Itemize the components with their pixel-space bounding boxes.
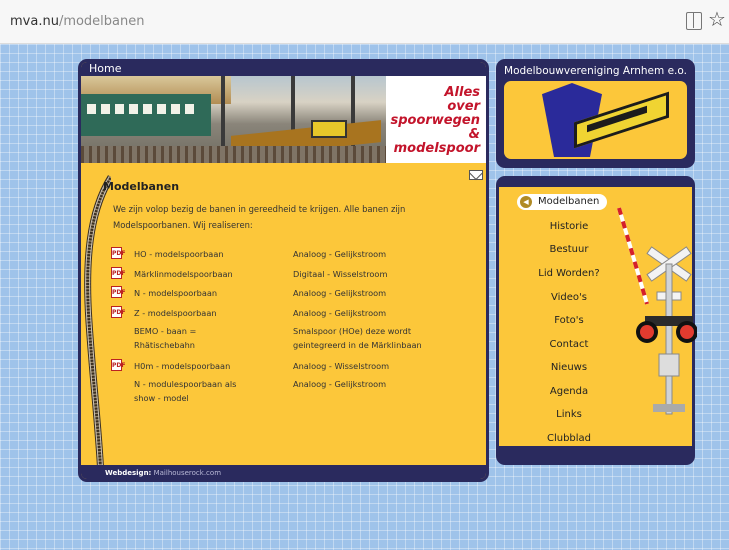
row-name[interactable]: H0m - modelspoorbaan [134,359,274,373]
row-type: Analoog - Wisselstroom [293,361,390,371]
header-banner: Alles over spoorwegen & modelspoor [81,76,486,163]
page-background: Home Alles over spoorwegen & modelspoor [0,44,729,550]
row-type: Analoog - Gelijkstroom [293,288,387,298]
url-path: /modelbanen [58,14,145,29]
nav-item-clubblad[interactable]: Clubblad [499,432,639,446]
railway-photo [81,76,386,163]
url-domain: mva.nu [10,14,59,29]
pdf-icon[interactable]: PDF [111,267,125,279]
track-decoration [84,175,111,477]
slogan-line: spoorwegen [390,113,480,128]
slogan: Alles over spoorwegen & modelspoor [386,76,486,163]
main-panel: Home Alles over spoorwegen & modelspoor [78,59,489,482]
slogan-line: over [447,99,480,114]
row-type: Analoog - Gelijkstroom [293,249,387,259]
slogan-line: Alles [444,85,480,100]
pdf-icon[interactable]: PDF [111,306,125,318]
page-title: Modelbanen [103,180,180,193]
reader-view-icon[interactable] [686,12,702,30]
row-name: BEMO - baan = Rhätischebahn [134,326,197,350]
arrow-left-icon: ◀ [520,196,532,208]
home-tab[interactable]: Home [81,62,486,76]
row-name: N - modulespoorbaan als show - model [134,379,237,403]
row-type: Smalspoor (HOe) deze wordt geintegreerd … [293,326,422,350]
row-name[interactable]: Märklinmodelspoorbaan [134,267,274,281]
star-icon[interactable]: ☆ [708,9,726,29]
club-logo[interactable] [504,81,687,159]
pdf-icon[interactable]: PDF [111,247,125,259]
row-type: Analoog - Gelijkstroom [293,308,387,318]
url-text[interactable]: mva.nu/modelbanen [10,14,145,29]
slogan-line: modelspoor [393,141,480,156]
club-title: Modelbouwvereniging Arnhem e.o. [504,65,687,77]
nav-item-label: Modelbanen [538,196,600,207]
footer-link[interactable]: Mailhouserock.com [154,469,221,477]
row-type: Digitaal - Wisselstroom [293,269,388,279]
row-name[interactable]: N - modelspoorbaan [134,286,274,300]
browser-address-bar[interactable]: mva.nu/modelbanen ☆ [0,0,729,44]
club-panel: Modelbouwvereniging Arnhem e.o. [496,59,695,168]
footer-label: Webdesign: [105,469,152,477]
row-name[interactable]: Z - modelspoorbaan [134,306,274,320]
intro-text: We zijn volop bezig de banen in gereedhe… [113,204,406,230]
pdf-icon[interactable]: PDF [111,359,125,371]
row-type: Analoog - Gelijkstroom [293,379,387,389]
nav-item-modelbanen[interactable]: ◀ Modelbanen [517,194,607,210]
mail-icon[interactable] [469,170,483,180]
footer: Webdesign: Mailhouserock.com [81,465,486,479]
row-name[interactable]: HO - modelspoorbaan [134,247,274,261]
nav-panel: ◀ Modelbanen Historie Bestuur Lid Worden?… [496,176,697,465]
pdf-icon[interactable]: PDF [111,286,125,298]
slogan-line: & [468,127,480,142]
railroad-crossing-icon [617,207,697,415]
